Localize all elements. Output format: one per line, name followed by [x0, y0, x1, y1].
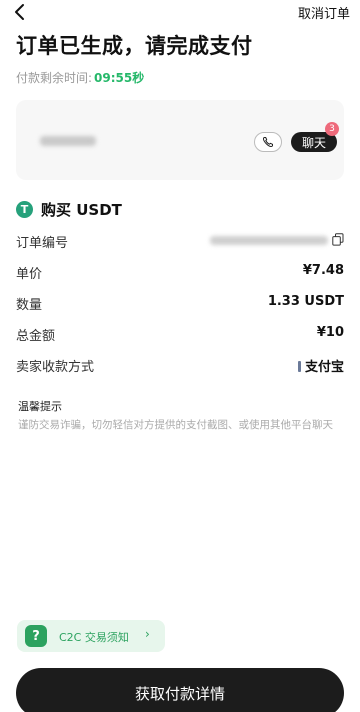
seller-name-redacted — [40, 136, 96, 146]
get-payment-details-button[interactable]: 获取付款详情 — [16, 668, 344, 712]
row-label: 订单编号 — [16, 236, 69, 251]
row-label: 卖家收款方式 — [16, 360, 95, 375]
order-row-payment-method: 卖家收款方式 支付宝 — [16, 354, 344, 375]
alipay-icon — [297, 361, 301, 372]
tips-text: 谨防交易诈骗，切勿轻信对方提供的支付截图、或使用其他平台聊天 — [18, 419, 333, 431]
row-value: 1.33 USDT — [267, 294, 344, 309]
row-label: 单价 — [16, 267, 43, 282]
order-row-price: 单价 ¥7.48 — [16, 261, 344, 282]
row-value: 支付宝 — [304, 360, 344, 375]
row-value: ¥7.48 — [302, 263, 344, 278]
call-seller-button[interactable] — [254, 132, 282, 152]
c2c-notice-label: C2C 交易须知 — [59, 631, 129, 644]
unread-badge: 3 — [325, 122, 339, 136]
order-row-id: 订单编号 — [16, 230, 344, 251]
row-label: 总金额 — [16, 329, 56, 344]
order-row-total: 总金额 ¥10 — [16, 323, 344, 344]
tether-icon: T — [16, 200, 33, 218]
timer-value: 09:55秒 — [94, 71, 145, 85]
phone-icon — [262, 137, 273, 148]
order-id-redacted — [210, 236, 328, 245]
payment-method-value: 支付宝 — [297, 356, 344, 375]
order-header: T 购买 USDT — [16, 200, 122, 219]
seller-card: 聊天 3 — [16, 100, 344, 180]
order-row-quantity: 数量 1.33 USDT — [16, 292, 344, 313]
cancel-order-link[interactable]: 取消订单 — [298, 3, 350, 22]
payment-timer: 付款剩余时间: 09:55秒 — [16, 69, 144, 86]
question-icon: ? — [25, 625, 47, 647]
tips-title: 温馨提示 — [18, 400, 62, 413]
c2c-notice-button[interactable]: ? C2C 交易须知 › — [17, 620, 165, 652]
chevron-right-icon: › — [145, 627, 150, 641]
chevron-left-icon[interactable] — [10, 2, 30, 22]
order-title: 购买 USDT — [41, 200, 122, 219]
page-title: 订单已生成，请完成支付 — [16, 34, 253, 58]
top-nav: 取消订单 — [0, 0, 360, 26]
timer-label: 付款剩余时间: — [16, 71, 93, 85]
row-label: 数量 — [16, 298, 43, 313]
copy-icon[interactable] — [332, 233, 344, 246]
row-value: ¥10 — [316, 325, 344, 340]
